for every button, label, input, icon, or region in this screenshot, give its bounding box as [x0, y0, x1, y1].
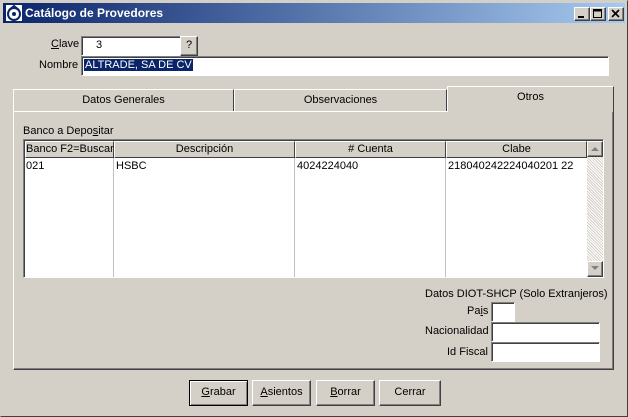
column-divider [445, 158, 446, 277]
cell-cuenta[interactable]: 4024224040 [297, 160, 358, 172]
banco-section-label: Banco a Depositar [23, 125, 114, 137]
clave-field[interactable]: 3 [81, 36, 181, 56]
column-header-banco[interactable]: Banco F2=Buscar [25, 141, 114, 158]
nacionalidad-label: Nacionalidad [425, 325, 489, 337]
minimize-button[interactable] [574, 7, 590, 21]
borrar-button[interactable]: Borrar [316, 380, 375, 406]
cell-banco[interactable]: 021 [26, 160, 44, 172]
clave-value: 3 [96, 39, 103, 51]
clave-lookup-button[interactable]: ? [180, 36, 198, 56]
app-logo-icon [6, 5, 22, 21]
tab-otros[interactable]: Otros [447, 86, 614, 112]
idfiscal-field[interactable] [491, 342, 600, 362]
close-icon [611, 9, 620, 18]
nombre-label: Nombre [39, 59, 79, 71]
diot-section-title: Datos DIOT-SHCP (Solo Extranjeros) [425, 288, 608, 300]
title-bar[interactable]: Catálogo de Provedores [3, 3, 625, 23]
scroll-track[interactable] [587, 157, 603, 261]
table-vertical-scrollbar[interactable] [587, 141, 603, 277]
arrow-up-icon [591, 147, 599, 151]
window-title: Catálogo de Provedores [25, 6, 164, 20]
clave-label: Clave [51, 38, 80, 50]
nombre-value: ALTRADE, SA DE CV [84, 59, 193, 71]
close-button[interactable] [608, 7, 624, 21]
asientos-button[interactable]: Asientos [252, 380, 311, 406]
scroll-down-button[interactable] [587, 261, 603, 277]
maximize-icon [593, 9, 602, 18]
column-divider [294, 158, 295, 277]
bank-accounts-table[interactable]: Banco F2=Buscar Descripción # Cuenta Cla… [23, 139, 604, 278]
nombre-field[interactable]: ALTRADE, SA DE CV [81, 56, 609, 76]
nacionalidad-field[interactable] [491, 322, 600, 342]
minimize-icon [578, 16, 584, 18]
idfiscal-label: Id Fiscal [447, 346, 488, 358]
scroll-up-button[interactable] [587, 141, 603, 157]
cerrar-button[interactable]: Cerrar [379, 380, 441, 406]
tab-datos-generales[interactable]: Datos Generales [13, 89, 234, 111]
column-header-clabe[interactable]: Clabe [446, 141, 587, 158]
column-header-descripcion[interactable]: Descripción [114, 141, 295, 158]
tab-observaciones[interactable]: Observaciones [234, 89, 447, 111]
column-divider [113, 158, 114, 277]
column-header-cuenta[interactable]: # Cuenta [295, 141, 446, 158]
grabar-button[interactable]: Grabar [189, 380, 248, 406]
cell-descripcion[interactable]: HSBC [116, 160, 147, 172]
maximize-button[interactable] [590, 7, 606, 21]
arrow-down-icon [591, 266, 599, 270]
pais-field[interactable] [491, 302, 515, 322]
app-window: Catálogo de Provedores Clave 3 ? Nombre … [0, 0, 628, 417]
pais-label: Pais [467, 305, 489, 317]
cell-clabe[interactable]: 218040242224040201 22 [448, 160, 573, 172]
